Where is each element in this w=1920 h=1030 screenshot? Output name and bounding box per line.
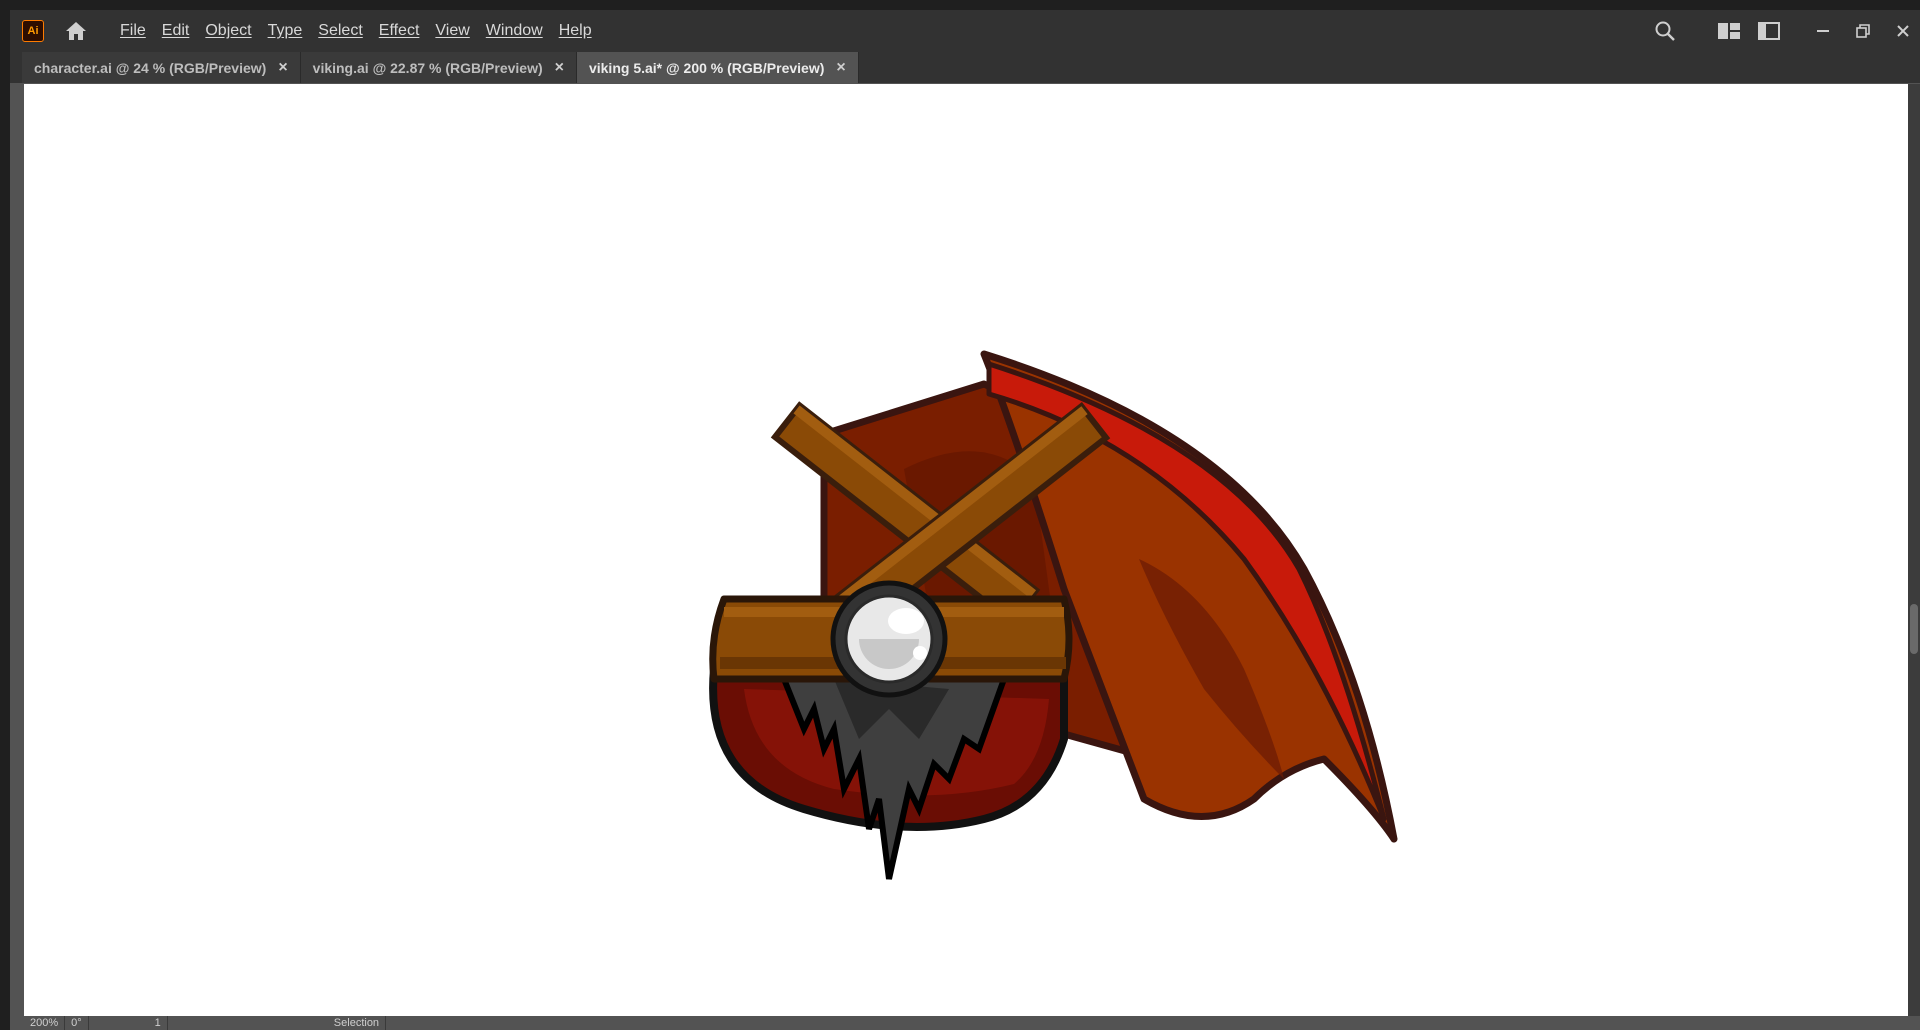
workspace-icon[interactable]	[1752, 16, 1786, 46]
close-icon[interactable]	[1886, 16, 1920, 46]
current-tool: Selection	[328, 1016, 387, 1030]
tab-close-icon[interactable]: ×	[278, 59, 287, 77]
window-top-edge	[0, 0, 1920, 10]
menu-bar: Ai File Edit Object Type Select Effect V…	[10, 10, 1920, 52]
main-menu: File Edit Object Type Select Effect View…	[112, 22, 600, 40]
arrange-documents-icon[interactable]	[1712, 16, 1746, 46]
home-icon[interactable]	[62, 17, 90, 45]
viking-head-artwork[interactable]	[684, 339, 1444, 1030]
tab-close-icon[interactable]: ×	[836, 59, 845, 77]
menu-type[interactable]: Type	[260, 22, 311, 40]
menu-object[interactable]: Object	[197, 22, 259, 40]
tab-label: viking.ai @ 22.87 % (RGB/Preview)	[312, 59, 543, 76]
rotate-view[interactable]: 0°	[65, 1016, 89, 1030]
status-bar: 200% 0° 1 Selection	[24, 1016, 1920, 1030]
tab-label: viking 5.ai* @ 200 % (RGB/Preview)	[588, 59, 825, 76]
artboard-number[interactable]: 1	[149, 1016, 168, 1030]
window-left-edge	[0, 0, 10, 1030]
menu-edit[interactable]: Edit	[154, 22, 198, 40]
menu-window[interactable]: Window	[478, 22, 551, 40]
scroll-thumb[interactable]	[1910, 604, 1918, 654]
menu-view[interactable]: View	[427, 22, 477, 40]
menu-select[interactable]: Select	[310, 22, 370, 40]
tab-character[interactable]: character.ai @ 24 % (RGB/Preview) ×	[22, 52, 301, 83]
menu-file[interactable]: File	[112, 22, 154, 40]
window-controls	[1642, 10, 1920, 52]
tab-close-icon[interactable]: ×	[555, 59, 564, 77]
artboard[interactable]	[24, 84, 1908, 1016]
vertical-scrollbar[interactable]	[1908, 84, 1920, 1016]
tab-label: character.ai @ 24 % (RGB/Preview)	[34, 59, 267, 76]
app-logo: Ai	[22, 20, 44, 42]
restore-icon[interactable]	[1846, 16, 1880, 46]
menu-help[interactable]: Help	[551, 22, 600, 40]
tab-viking[interactable]: viking.ai @ 22.87 % (RGB/Preview) ×	[300, 52, 577, 83]
search-icon[interactable]	[1648, 16, 1682, 46]
tab-viking-5[interactable]: viking 5.ai* @ 200 % (RGB/Preview) ×	[576, 52, 859, 83]
zoom-level[interactable]: 200%	[24, 1016, 66, 1030]
menu-effect[interactable]: Effect	[371, 22, 428, 40]
document-tab-bar: character.ai @ 24 % (RGB/Preview) × viki…	[22, 52, 1920, 83]
minimize-icon[interactable]	[1806, 16, 1840, 46]
